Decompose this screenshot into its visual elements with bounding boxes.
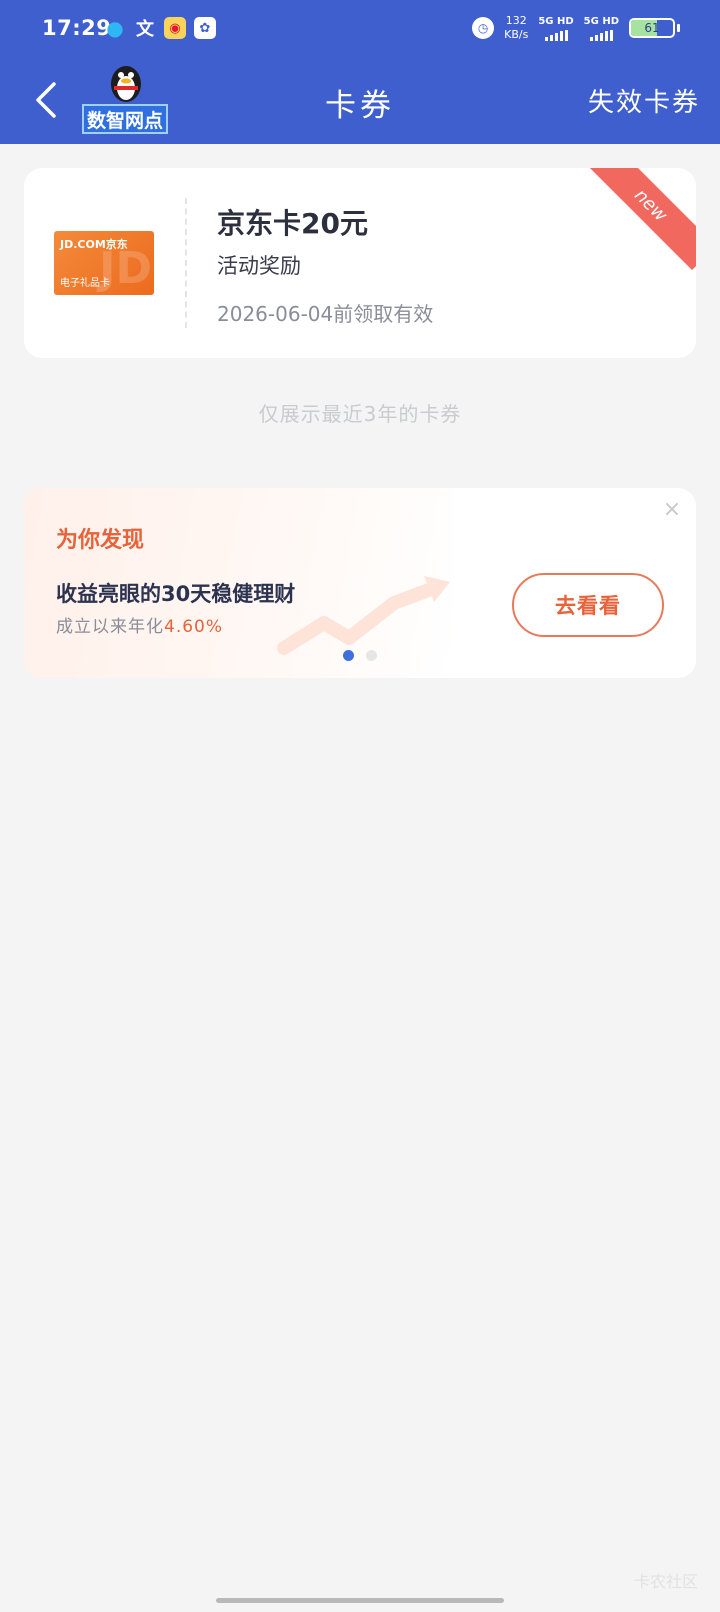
jd-gift-card-image: JD.COM京东 JD 电子礼品卡 — [54, 231, 154, 295]
sim2-label: 5G HD — [583, 15, 619, 27]
battery-level: 61 — [644, 21, 660, 35]
promo-rate-value: 4.60% — [164, 617, 224, 637]
close-icon[interactable]: × — [662, 499, 682, 521]
weibo-icon: ◉ — [164, 17, 186, 39]
display-range-note: 仅展示最近3年的卡券 — [258, 402, 462, 426]
carousel-indicator — [24, 650, 696, 661]
watermark-text: 卡农社区 — [633, 1572, 698, 1591]
net-speed-unit: KB/s — [504, 28, 529, 41]
qq-icon: ● — [106, 16, 124, 40]
sim1-label: 5G HD — [538, 15, 574, 27]
status-bar: 17:29 ● 文 ◉ ✿ ◷ 132 KB/s 5G HD 5G HD 61 — [0, 0, 720, 56]
carousel-dot-1[interactable] — [343, 650, 354, 661]
net-speed-value: 132 — [505, 14, 527, 27]
alarm-icon: ◷ — [472, 17, 495, 39]
notification-icons: ● 文 ◉ ✿ — [104, 15, 216, 41]
status-time: 17:29 — [42, 16, 112, 40]
promo-headline: 收益亮眼的30天稳健理财 — [56, 582, 296, 606]
promo-rate: 成立以来年化4.60% — [56, 612, 223, 637]
coupon-source: 活动奖励 — [217, 254, 301, 278]
signal-sim2-icon: 5G HD — [584, 16, 619, 41]
coupon-card[interactable]: JD.COM京东 JD 电子礼品卡 京东卡20元 活动奖励 2026-06-04… — [24, 168, 696, 358]
battery-icon: 61 — [629, 18, 675, 38]
baidu-icon: ✿ — [194, 17, 216, 39]
status-indicators: ◷ 132 KB/s 5G HD 5G HD 61 — [472, 12, 680, 44]
jd-card-sub: 电子礼品卡 — [60, 278, 110, 289]
dashed-divider — [185, 198, 187, 328]
translate-icon: 文 — [136, 19, 154, 40]
carousel-dot-2[interactable] — [366, 650, 377, 661]
coupon-name: 京东卡20元 — [217, 207, 368, 240]
promo-rate-label: 成立以来年化 — [56, 617, 164, 637]
promo-card[interactable]: 为你发现 × 收益亮眼的30天稳健理财 成立以来年化4.60% 去看看 — [24, 488, 696, 678]
promo-title: 为你发现 — [56, 528, 145, 553]
new-badge: new — [585, 168, 696, 271]
home-indicator[interactable] — [216, 1598, 504, 1603]
view-more-button[interactable]: 去看看 — [512, 573, 664, 637]
expired-coupons-link[interactable]: 失效卡券 — [588, 82, 700, 119]
header: 17:29 ● 文 ◉ ✿ ◷ 132 KB/s 5G HD 5G HD 61 — [0, 0, 720, 144]
net-speed: 132 KB/s — [504, 14, 528, 42]
coupon-validity: 2026-06-04前领取有效 — [217, 302, 434, 326]
signal-sim1-icon: 5G HD — [538, 15, 574, 41]
